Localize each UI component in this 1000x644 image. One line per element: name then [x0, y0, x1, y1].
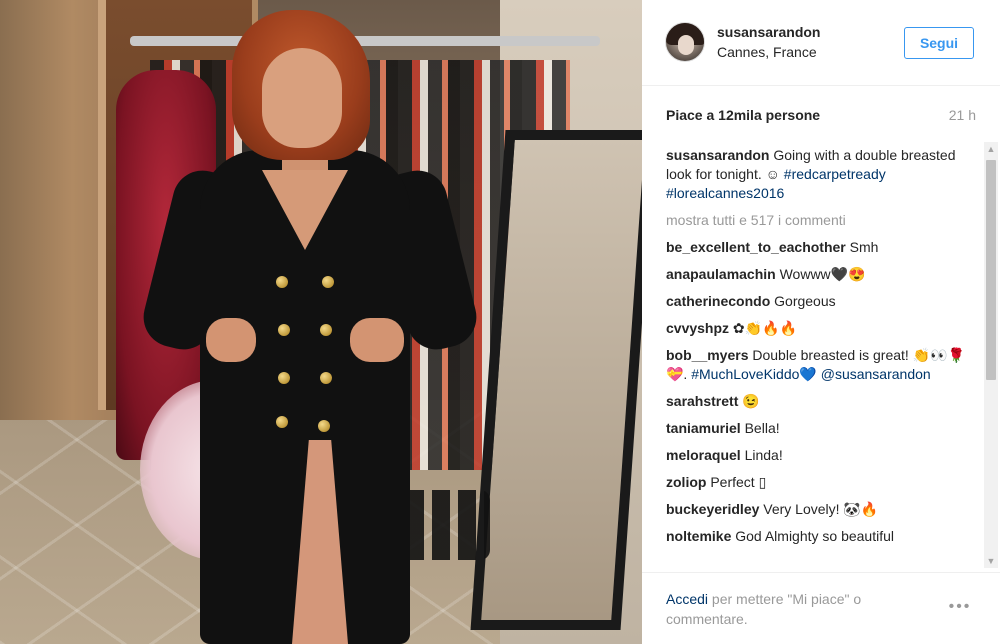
photo-clothes-rail: [130, 36, 600, 46]
post-time[interactable]: 21 h: [949, 107, 976, 123]
comment-text: Gorgeous: [770, 293, 836, 309]
login-prompt: Accedi per mettere "Mi piace" o commenta…: [666, 589, 906, 629]
comment-item: sarahstrett 😉: [666, 392, 978, 411]
comment-username[interactable]: zoliop: [666, 474, 706, 490]
person-hand-left: [206, 318, 256, 362]
dress-button: [278, 372, 290, 384]
post-photo[interactable]: [0, 0, 642, 644]
comment-item: be_excellent_to_eachother Smh: [666, 238, 978, 257]
comment-item: noltemike God Almighty so beautiful: [666, 527, 978, 546]
comments-list[interactable]: susansarandon Going with a double breast…: [666, 146, 978, 566]
location-link[interactable]: Cannes, France: [717, 44, 817, 60]
scroll-down-arrow-icon[interactable]: ▼: [984, 554, 998, 568]
follow-button[interactable]: Segui: [904, 27, 974, 59]
dress-button: [320, 324, 332, 336]
comment-item: taniamuriel Bella!: [666, 419, 978, 438]
comment-text: Perfect ▯: [706, 474, 767, 490]
comment-item: anapaulamachin Wowww🖤😍: [666, 265, 978, 284]
comment-text: 😉: [738, 393, 760, 409]
scrollbar-thumb[interactable]: [986, 160, 996, 380]
comment-text: Smh: [845, 239, 879, 255]
dress-button: [276, 416, 288, 428]
comment-hashtag-mention[interactable]: #MuchLoveKiddo💙 @susansarandon: [691, 366, 930, 382]
comment-text: ✿👏🔥🔥: [729, 320, 797, 336]
likes-count[interactable]: Piace a 12mila persone: [666, 107, 820, 123]
comment-username[interactable]: noltemike: [666, 528, 731, 544]
comments-scrollbar[interactable]: ▲ ▼: [984, 142, 998, 568]
caption: susansarandon Going with a double breast…: [666, 146, 978, 203]
comment-username[interactable]: be_excellent_to_eachother: [666, 239, 846, 255]
post-footer: Accedi per mettere "Mi piace" o commenta…: [642, 572, 1000, 644]
comment-item: zoliop Perfect ▯: [666, 473, 978, 492]
comment-username[interactable]: sarahstrett: [666, 393, 738, 409]
comment-username[interactable]: taniamuriel: [666, 420, 741, 436]
comment-item: buckeyeridley Very Lovely! 🐼🔥: [666, 500, 978, 519]
post-header: susansarandon Cannes, France Segui: [642, 0, 1000, 86]
load-more-comments-link[interactable]: mostra tutti e 517 i commenti: [666, 211, 978, 230]
more-options-icon[interactable]: •••: [944, 597, 976, 617]
comment-username[interactable]: catherinecondo: [666, 293, 770, 309]
comment-item: meloraquel Linda!: [666, 446, 978, 465]
username-link[interactable]: susansarandon: [717, 24, 820, 40]
dress-button: [320, 372, 332, 384]
comment-username[interactable]: meloraquel: [666, 447, 741, 463]
avatar-face: [678, 35, 694, 55]
person-hand-right: [350, 318, 404, 362]
avatar[interactable]: [665, 22, 705, 62]
comment-item: cvvyshpz ✿👏🔥🔥: [666, 319, 978, 338]
scroll-up-arrow-icon[interactable]: ▲: [984, 142, 998, 156]
comment-text: God Almighty so beautiful: [731, 528, 895, 544]
comment-username[interactable]: cvvyshpz: [666, 320, 729, 336]
likes-row: Piace a 12mila persone 21 h: [666, 107, 976, 127]
comment-text: Very Lovely! 🐼🔥: [759, 501, 879, 517]
caption-username[interactable]: susansarandon: [666, 147, 769, 163]
comment-text: Wowww🖤😍: [775, 266, 866, 282]
person-face: [262, 48, 342, 148]
comment-username[interactable]: buckeyeridley: [666, 501, 759, 517]
comment-item: bob__myers Double breasted is great! 👏👀🌹…: [666, 346, 978, 384]
dress-button: [318, 420, 330, 432]
dress-button: [276, 276, 288, 288]
comment-username[interactable]: bob__myers: [666, 347, 748, 363]
post-side-panel: susansarandon Cannes, France Segui Piace…: [642, 0, 1000, 644]
comment-username[interactable]: anapaulamachin: [666, 266, 776, 282]
comment-text: Linda!: [740, 447, 783, 463]
login-link[interactable]: Accedi: [666, 591, 708, 607]
comment-item: catherinecondo Gorgeous: [666, 292, 978, 311]
dress-button: [278, 324, 290, 336]
comment-text: Bella!: [740, 420, 780, 436]
dress-button: [322, 276, 334, 288]
